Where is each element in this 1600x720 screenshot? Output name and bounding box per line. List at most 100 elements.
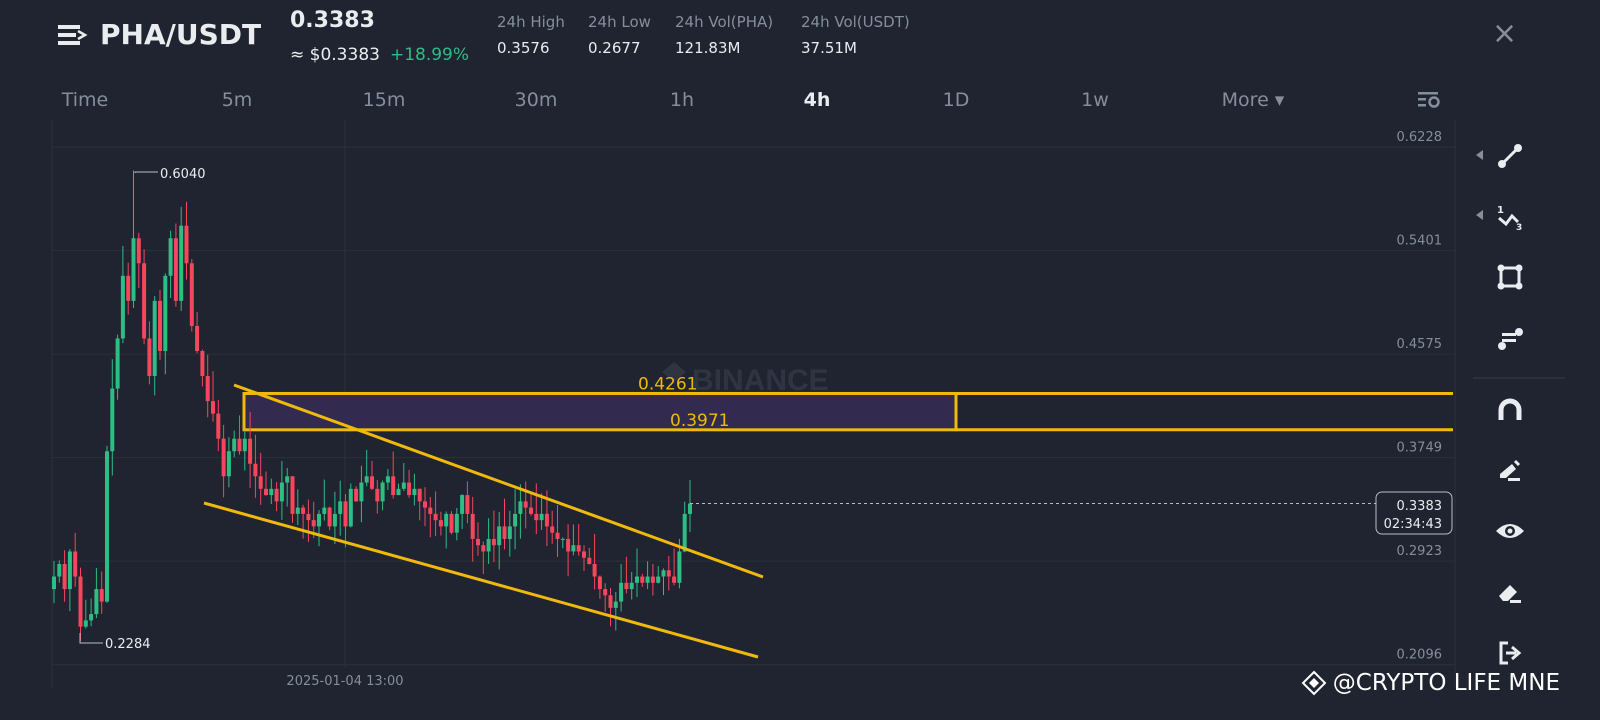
candle-body: [656, 576, 661, 583]
pen-icon[interactable]: [1494, 454, 1526, 486]
candle: [502, 498, 507, 550]
candle: [529, 493, 533, 516]
candle-body: [375, 488, 380, 502]
candle: [592, 533, 597, 590]
candle: [237, 415, 242, 455]
candle-body: [83, 620, 88, 627]
rectangle-icon[interactable]: [1494, 261, 1526, 293]
candle-body: [497, 526, 502, 546]
trendline-icon[interactable]: [1494, 140, 1526, 172]
candle-body: [322, 507, 327, 514]
candle-body: [184, 225, 189, 264]
candle-body: [237, 438, 242, 452]
candle-body: [507, 526, 512, 539]
candle-body: [576, 545, 581, 552]
candle-body: [195, 325, 200, 351]
candle: [279, 461, 284, 520]
candle-body: [449, 513, 454, 533]
candle-body: [682, 513, 687, 552]
eraser-icon[interactable]: [1494, 577, 1526, 609]
candle-body: [216, 413, 221, 439]
candle: [412, 473, 417, 506]
candle-body: [444, 513, 449, 527]
candle: [105, 445, 109, 603]
candle-body: [168, 238, 173, 276]
candle: [168, 230, 173, 298]
resistance-zone[interactable]: [242, 391, 958, 432]
candle: [566, 524, 571, 577]
candle: [513, 489, 518, 550]
candle: [147, 321, 152, 385]
candle: [83, 599, 88, 629]
current-price-label: 0.3383: [1397, 499, 1443, 514]
candle: [343, 494, 348, 548]
candle-body: [571, 545, 576, 552]
fibonacci-icon[interactable]: 13: [1494, 200, 1526, 232]
candle: [428, 497, 433, 538]
candle-body: [332, 513, 337, 527]
candle: [550, 510, 555, 544]
candle-body: [232, 438, 237, 452]
candle: [401, 463, 406, 491]
candle-body: [407, 482, 412, 496]
candle: [226, 437, 231, 488]
candle-body: [518, 501, 523, 514]
candle: [216, 399, 221, 452]
candle: [131, 170, 136, 308]
credit-watermark: @CRYPTO LIFE MNE: [1301, 670, 1560, 696]
candle-body: [592, 563, 597, 577]
candle: [396, 483, 401, 496]
candle: [115, 334, 120, 400]
candle-body: [544, 513, 549, 527]
candle: [571, 524, 576, 556]
candle-body: [105, 451, 109, 602]
candle: [603, 583, 608, 612]
candle-body: [412, 488, 417, 496]
candle-body: [158, 300, 162, 351]
candle: [354, 486, 359, 502]
candle-body: [597, 576, 602, 590]
candle: [391, 451, 396, 499]
candle: [486, 518, 491, 564]
candle: [301, 504, 306, 539]
svg-text:3: 3: [1516, 223, 1522, 230]
low-marker-label: 0.2284: [105, 637, 151, 652]
expand-arrow-icon[interactable]: [1476, 210, 1483, 220]
high-marker-line: [134, 171, 158, 173]
candle: [348, 483, 353, 528]
y-tick-label: 0.4575: [1397, 337, 1443, 352]
candle: [385, 469, 390, 490]
expand-arrow-icon[interactable]: [1476, 150, 1483, 160]
candle-body: [608, 595, 613, 608]
annotation-icon[interactable]: [1494, 322, 1526, 354]
candle-body: [73, 551, 78, 577]
candle-body: [529, 507, 533, 514]
candle-body: [550, 526, 555, 533]
magnet-icon[interactable]: [1494, 394, 1526, 426]
candle-body: [242, 438, 247, 452]
candle: [582, 545, 586, 571]
candle: [629, 572, 634, 600]
candle: [661, 568, 666, 596]
candle: [73, 533, 78, 587]
candle: [322, 479, 327, 521]
candle-body: [274, 488, 279, 502]
candle-body: [147, 338, 152, 377]
candle: [290, 476, 295, 523]
candle: [189, 259, 194, 332]
candle: [327, 506, 332, 531]
eye-icon[interactable]: [1494, 515, 1526, 547]
candle-body: [338, 501, 343, 514]
candle-body: [534, 513, 539, 521]
candle-body: [364, 476, 369, 483]
exit-icon[interactable]: [1494, 637, 1526, 669]
candle-body: [136, 238, 141, 264]
low-marker-line: [79, 633, 103, 644]
candle: [232, 430, 237, 458]
candle-body: [486, 538, 491, 552]
candle-body: [253, 463, 258, 477]
candle-body: [523, 501, 528, 508]
candle: [258, 452, 263, 505]
candlestick-chart[interactable]: 0.62280.54010.45750.37490.29230.2096 BIN…: [0, 0, 1600, 720]
candle: [242, 430, 247, 471]
